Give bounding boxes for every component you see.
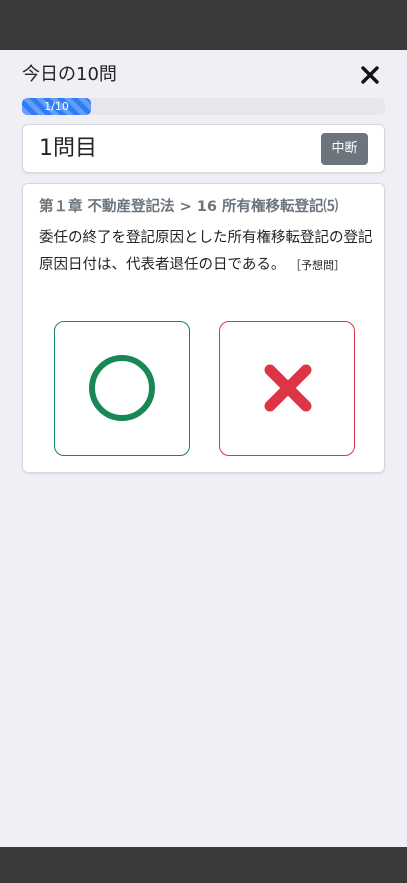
status-bar [0,0,407,50]
suspend-button[interactable]: 中断 [321,133,368,165]
question-card: 第１章 不動産登記法 > 16 所有権移転登記⑸ 委任の終了を登記原因とした所有… [22,183,385,473]
question-text: 委任の終了を登記原因とした所有権移転登記の登記原因日付は、代表者退任の日である。… [39,225,373,279]
close-icon[interactable] [359,62,381,88]
cross-icon [264,364,312,412]
chapter-breadcrumb: 第１章 不動産登記法 > 16 所有権移転登記⑸ [39,199,339,215]
answer-false-button[interactable] [219,321,355,456]
progress-track: 1/10 [22,98,385,115]
answer-true-button[interactable] [54,321,190,456]
question-number-card: 1問目 中断 [22,124,385,173]
home-indicator-bar [0,847,407,883]
question-number: 1問目 [39,136,97,161]
page-title: 今日の10問 [22,64,117,85]
progress-bar: 1/10 [22,98,91,115]
question-tag: ［予想問］ [289,259,345,272]
circle-icon [89,355,155,421]
header: 今日の10問 [22,62,385,90]
